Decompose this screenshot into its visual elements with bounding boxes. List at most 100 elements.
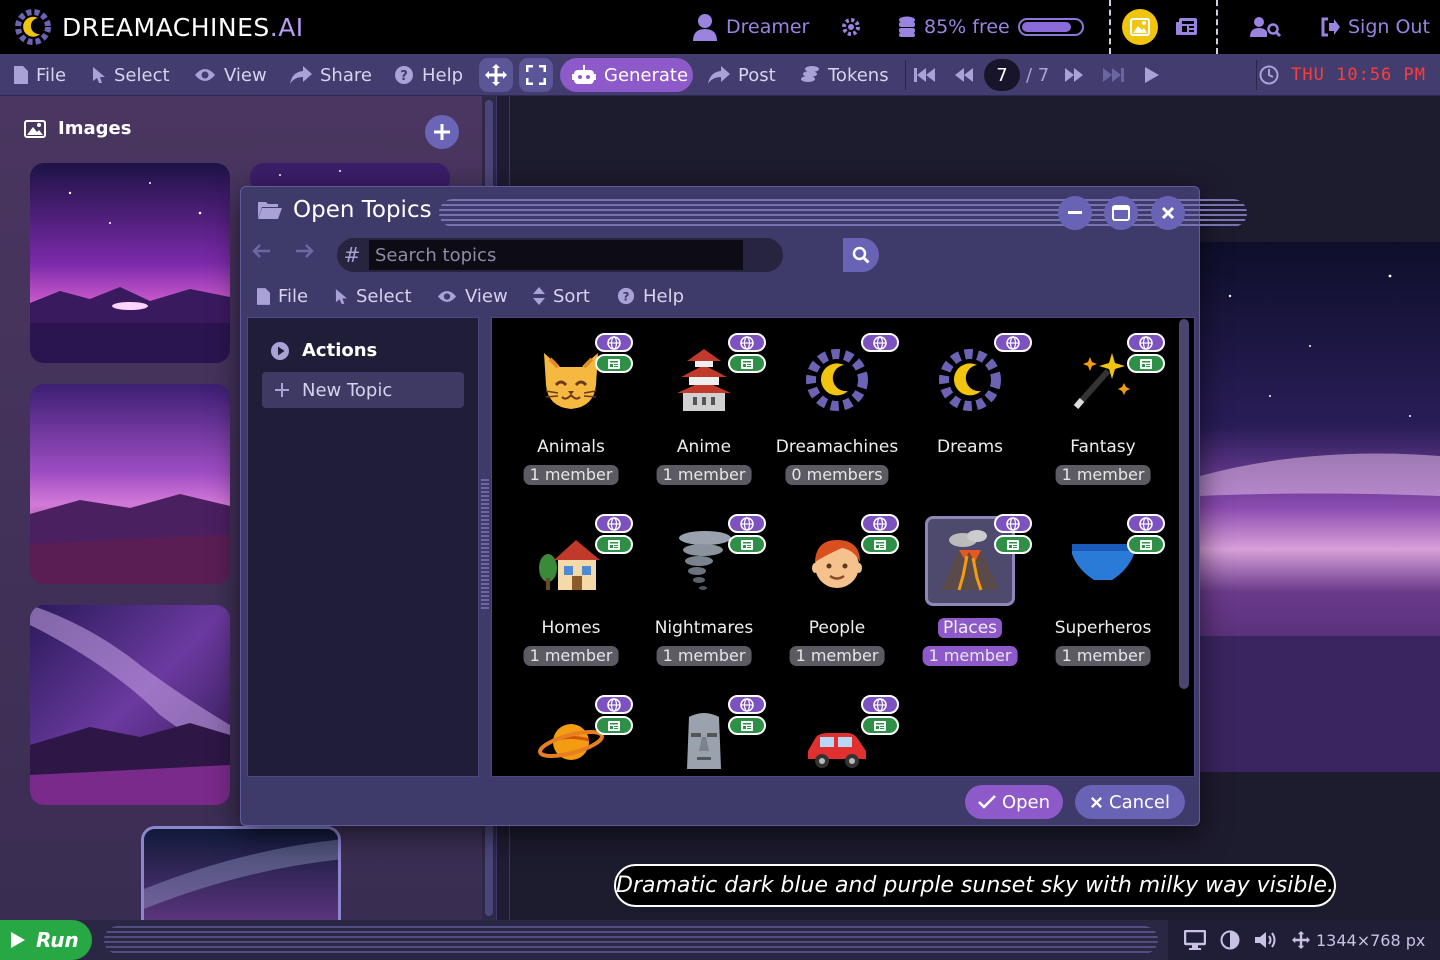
image-caption: Dramatic dark blue and purple sunset sky… <box>614 864 1336 907</box>
topic-tile[interactable]: Anime 1 member <box>642 327 766 497</box>
help-icon: ? <box>395 66 413 84</box>
image-gallery-button[interactable] <box>1122 9 1158 45</box>
globe-icon <box>728 514 766 533</box>
database-icon <box>899 16 915 37</box>
dialog-menu-file[interactable]: File <box>257 281 308 311</box>
eye-icon <box>195 69 215 81</box>
page-current: 7 <box>996 64 1008 86</box>
move-icon <box>1292 931 1310 949</box>
previous-page-button[interactable] <box>954 54 974 96</box>
topic-tile[interactable]: Dreams <box>908 327 1032 497</box>
image-thumbnail[interactable] <box>30 163 230 363</box>
move-tool-button[interactable] <box>479 58 513 92</box>
status-stripes <box>104 926 1158 954</box>
page-number-input[interactable]: 7 <box>984 59 1020 91</box>
menu-tokens[interactable]: Tokens <box>800 54 889 96</box>
topic-badges <box>861 333 901 352</box>
globe-icon <box>1127 514 1165 533</box>
dialog-title-label: Open Topics <box>293 197 432 223</box>
menu-share[interactable]: Share <box>290 54 372 96</box>
add-image-button[interactable] <box>425 115 459 149</box>
topic-tile[interactable]: People 1 member <box>775 508 899 678</box>
menu-view-label: View <box>224 64 267 86</box>
topic-badges <box>728 333 768 373</box>
open-button[interactable]: Open <box>965 785 1063 819</box>
menu-post[interactable]: Post <box>708 54 776 96</box>
topic-member-count: 1 member <box>656 465 752 485</box>
image-thumbnail[interactable] <box>30 605 230 805</box>
topic-tile[interactable] <box>509 689 633 776</box>
cancel-button[interactable]: Cancel <box>1075 785 1185 819</box>
topic-tile[interactable]: Superheros 1 member <box>1041 508 1165 678</box>
news-button[interactable] <box>1176 0 1198 54</box>
volume-icon[interactable] <box>1254 930 1278 950</box>
newspaper-icon <box>728 535 766 554</box>
topic-tile[interactable]: Dreamachines 0 members <box>775 327 899 497</box>
forward-button[interactable] <box>295 243 315 259</box>
new-topic-label: New Topic <box>302 379 393 401</box>
dialog-menu-help[interactable]: ? Help <box>617 281 684 311</box>
generate-button[interactable]: Generate <box>560 58 693 92</box>
topic-name: People <box>775 618 899 638</box>
thumbnail-art <box>30 605 230 805</box>
settings-button[interactable] <box>840 0 862 54</box>
search-button[interactable] <box>843 238 879 272</box>
arrow-right-icon <box>296 244 314 258</box>
menu-file[interactable]: File <box>14 54 66 96</box>
newspaper-icon <box>595 354 633 373</box>
topic-tile[interactable] <box>775 689 899 776</box>
topic-tile[interactable]: Animals 1 member <box>509 327 633 497</box>
newspaper-icon <box>728 354 766 373</box>
sidebar-resize-grip[interactable] <box>481 479 489 609</box>
dialog-menu-select[interactable]: Select <box>335 281 412 311</box>
topic-tile[interactable]: Nightmares 1 member <box>642 508 766 678</box>
run-button[interactable]: Run <box>0 920 92 960</box>
first-page-button[interactable] <box>914 54 936 96</box>
actions-heading: Actions <box>270 340 377 361</box>
topic-tile[interactable]: Homes 1 member <box>509 508 633 678</box>
topics-scrollbar[interactable] <box>1179 319 1189 689</box>
user-menu[interactable]: Dreamer <box>692 0 809 54</box>
topic-tile[interactable] <box>642 689 766 776</box>
topic-member-count: 1 member <box>656 646 752 666</box>
next-page-button[interactable] <box>1064 54 1084 96</box>
image-thumbnail-selected[interactable] <box>141 826 341 920</box>
newspaper-icon <box>728 716 766 735</box>
topic-tile[interactable]: Fantasy 1 member <box>1041 327 1165 497</box>
contrast-icon[interactable] <box>1220 930 1240 950</box>
user-search-button[interactable] <box>1250 0 1282 54</box>
menu-select[interactable]: Select <box>92 54 170 96</box>
thumbnail-art <box>30 384 230 584</box>
menu-view[interactable]: View <box>194 54 267 96</box>
globe-icon <box>728 333 766 352</box>
arrow-left-icon <box>252 244 270 258</box>
topic-name-label: Nightmares <box>654 618 754 638</box>
dialog-menu-view[interactable]: View <box>437 281 508 311</box>
topic-tile[interactable]: Places 1 member <box>908 508 1032 678</box>
monitor-icon[interactable] <box>1184 930 1206 950</box>
images-panel-title: Images <box>24 118 131 139</box>
minimize-button[interactable] <box>1058 196 1092 230</box>
sign-out-button[interactable]: Sign Out <box>1320 0 1430 54</box>
new-topic-action[interactable]: New Topic <box>262 372 464 408</box>
last-page-button[interactable] <box>1102 54 1124 96</box>
menu-share-label: Share <box>320 64 372 86</box>
play-button[interactable] <box>1144 54 1160 96</box>
back-button[interactable] <box>251 243 271 259</box>
topic-member-count: 1 member <box>1055 465 1151 485</box>
image-thumbnail[interactable] <box>30 384 230 584</box>
fullscreen-button[interactable] <box>519 58 553 92</box>
topic-name-label: Fantasy <box>1070 437 1136 457</box>
maximize-button[interactable] <box>1104 196 1138 230</box>
brand-logo[interactable]: DREAMACHINES.AI <box>12 6 304 48</box>
topic-badges <box>861 514 901 554</box>
topic-badges <box>728 514 768 554</box>
close-button[interactable] <box>1151 196 1185 230</box>
image-size-label: 1344×768 px <box>1316 930 1426 950</box>
topic-name: Fantasy <box>1041 437 1165 457</box>
search-input[interactable] <box>369 240 743 270</box>
topic-name-label: Superheros <box>1054 618 1152 638</box>
menu-help[interactable]: ? Help <box>394 54 463 96</box>
play-icon <box>1145 67 1159 83</box>
dialog-menu-sort[interactable]: Sort <box>533 281 590 311</box>
